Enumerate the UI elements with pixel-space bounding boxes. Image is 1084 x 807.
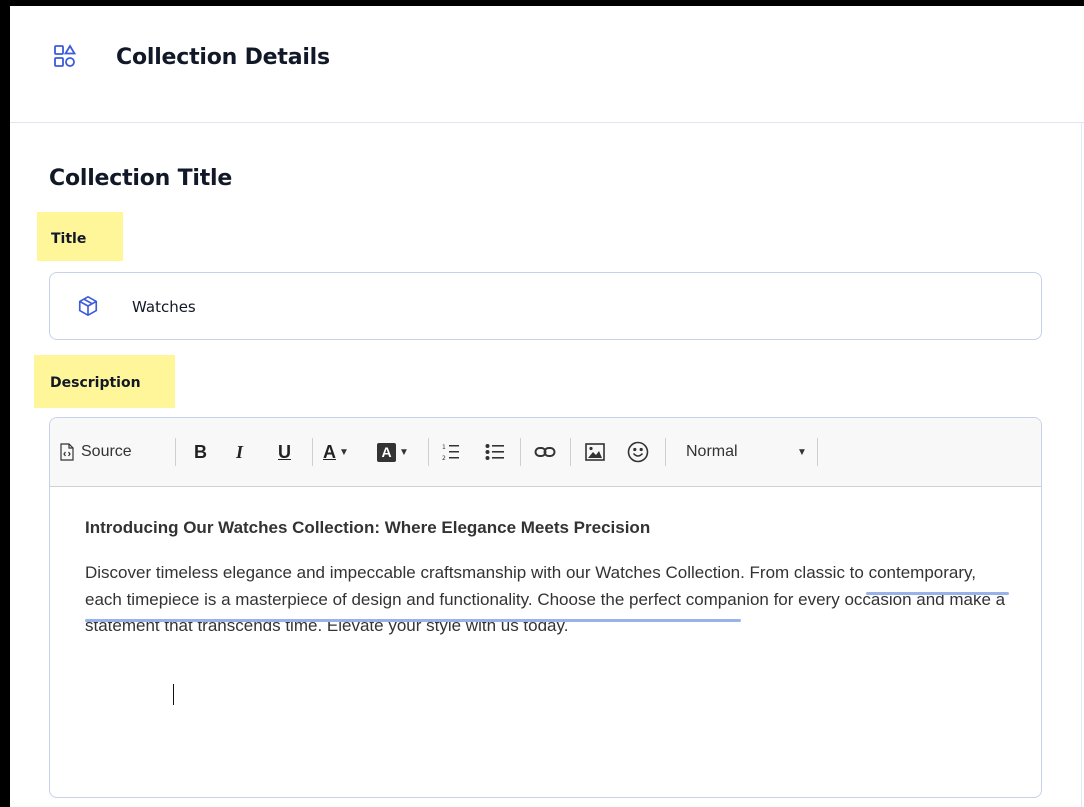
description-heading: Introducing Our Watches Collection: Wher… xyxy=(85,518,651,537)
toolbar-separator xyxy=(665,438,666,466)
editor-toolbar: Source B I U A ▼ A ▼ 1 2 Normal ▼ xyxy=(50,418,1041,487)
svg-text:1: 1 xyxy=(442,444,446,451)
emoji-button[interactable] xyxy=(627,440,649,464)
text-color-button[interactable]: A ▼ xyxy=(323,440,349,464)
description-paragraph: Discover timeless elegance and impeccabl… xyxy=(85,563,1006,635)
text-cursor xyxy=(173,684,174,705)
bulleted-list-icon xyxy=(485,444,504,460)
toolbar-separator xyxy=(175,438,176,466)
title-input[interactable]: Watches xyxy=(49,272,1042,340)
cube-icon xyxy=(78,296,98,316)
section-title: Collection Title xyxy=(49,166,233,191)
toolbar-separator xyxy=(312,438,313,466)
smiley-icon xyxy=(627,441,649,463)
title-value: Watches xyxy=(132,298,196,316)
link-button[interactable] xyxy=(534,440,556,464)
page-header: Collection Details xyxy=(10,6,1084,123)
page-title: Collection Details xyxy=(116,45,330,70)
source-button[interactable]: Source xyxy=(59,440,132,464)
description-label: Description xyxy=(34,355,175,408)
toolbar-separator xyxy=(520,438,521,466)
link-icon xyxy=(534,447,556,457)
category-grid-icon xyxy=(54,44,77,67)
image-icon xyxy=(585,443,605,461)
description-editor[interactable]: Source B I U A ▼ A ▼ 1 2 Normal ▼ Introd… xyxy=(49,417,1042,798)
editor-content[interactable]: Introducing Our Watches Collection: Wher… xyxy=(85,518,1015,705)
underline-button[interactable]: U xyxy=(278,440,291,464)
toolbar-separator xyxy=(817,438,818,466)
chevron-down-icon: ▼ xyxy=(339,446,349,458)
format-dropdown[interactable]: Normal ▼ xyxy=(686,440,816,464)
text-color-icon: A xyxy=(323,441,336,462)
numbered-list-icon: 1 2 xyxy=(442,444,459,461)
italic-button[interactable]: I xyxy=(236,440,243,464)
grammar-underline xyxy=(866,592,1009,595)
right-panel-divider xyxy=(1081,122,1082,807)
chevron-down-icon: ▼ xyxy=(399,446,409,458)
bold-button[interactable]: B xyxy=(194,440,207,464)
source-icon xyxy=(60,443,74,461)
title-label: Title xyxy=(37,212,123,261)
svg-text:2: 2 xyxy=(442,455,446,461)
grammar-underline xyxy=(85,619,741,622)
format-dropdown-value: Normal xyxy=(686,443,738,460)
chevron-down-icon: ▼ xyxy=(797,446,807,458)
bulleted-list-button[interactable] xyxy=(485,440,505,464)
source-label: Source xyxy=(81,443,132,460)
toolbar-separator xyxy=(428,438,429,466)
numbered-list-button[interactable]: 1 2 xyxy=(442,440,460,464)
background-color-button[interactable]: A ▼ xyxy=(377,440,409,464)
toolbar-separator xyxy=(570,438,571,466)
background-color-icon: A xyxy=(377,442,396,462)
image-button[interactable] xyxy=(585,440,605,464)
window-border-left xyxy=(0,0,10,807)
